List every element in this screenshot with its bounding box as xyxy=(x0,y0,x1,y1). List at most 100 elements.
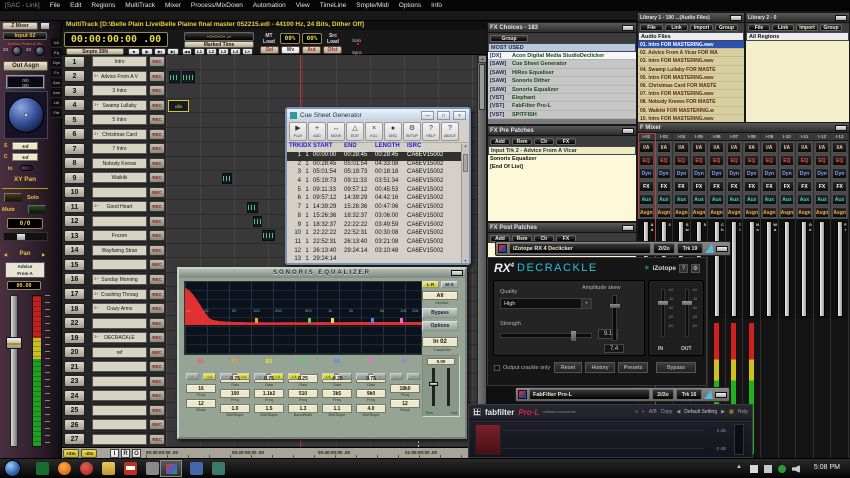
aux-button[interactable]: Aux xyxy=(709,194,724,205)
track-label-field[interactable] xyxy=(92,376,147,387)
track-label-field[interactable]: Wayfaring Stran xyxy=(92,245,147,256)
track-label-field[interactable] xyxy=(92,390,147,401)
track-number-button[interactable]: 13 xyxy=(64,230,85,242)
library-button[interactable]: Group xyxy=(715,24,738,31)
tray-volume-icon[interactable] xyxy=(792,465,800,473)
eq-button[interactable]: EQ xyxy=(780,155,795,166)
firefox-icon[interactable] xyxy=(58,462,71,475)
fader-well[interactable] xyxy=(814,219,831,319)
options-button[interactable]: Options xyxy=(422,321,458,331)
menu-item[interactable]: Regions xyxy=(91,2,115,9)
record-arm-button[interactable]: REC xyxy=(149,100,165,111)
input-assign-button[interactable]: I/A xyxy=(815,142,830,153)
monitor-select[interactable]: All xyxy=(422,291,458,300)
cue-sheet-row[interactable]: 12126:13:4029:24:1403:10:48CA6EV15002 xyxy=(287,248,469,257)
toolbar-button[interactable]: ? ABOUT xyxy=(441,122,459,141)
record-arm-button[interactable]: REC xyxy=(149,230,165,241)
toolbar-button[interactable]: ● DISC xyxy=(384,122,402,141)
library-item[interactable]: 07. Intro FOR MASTERING.wav xyxy=(638,90,744,98)
aux-button[interactable]: Aux xyxy=(744,194,759,205)
amplitude-skew-handle[interactable] xyxy=(610,304,620,308)
record-arm-button[interactable]: REC xyxy=(149,419,165,430)
c-value[interactable]: -Inf xyxy=(12,153,38,161)
cue-sheet-row[interactable]: 4105:19:7309:11:3303:51:34CA6EV15002 xyxy=(287,178,469,187)
group-button[interactable]: Group xyxy=(490,35,528,42)
toolbar-button[interactable]: △ EDIT xyxy=(346,122,364,141)
record-arm-button[interactable]: REC xyxy=(149,390,165,401)
library-button[interactable]: Import xyxy=(796,24,818,31)
library-item[interactable]: 01. Intro FOR MASTERING.wav xyxy=(638,41,744,49)
cue-sheet-row[interactable]: 1100:00:0000:28:4500:28:45CA6EV15002 xyxy=(287,152,469,161)
fx-button[interactable]: FX xyxy=(692,181,707,192)
strength-slider[interactable] xyxy=(500,333,592,338)
scroll-up-arrow[interactable]: ▲ xyxy=(478,55,486,63)
preset-name[interactable]: Default Setting xyxy=(684,409,717,415)
track-label-field[interactable]: 2+ Advice From A V xyxy=(92,71,147,82)
knob-24[interactable] xyxy=(35,46,45,56)
track-number-button[interactable]: 3 xyxy=(64,85,85,97)
track-label-field[interactable] xyxy=(92,318,147,329)
record-arm-button[interactable]: REC xyxy=(149,201,165,212)
band-freq-value[interactable]: 18k0 xyxy=(390,384,420,393)
channel-tab[interactable]: I-11 xyxy=(796,133,813,141)
record-arm-button[interactable]: REC xyxy=(149,56,165,67)
patch-item[interactable]: [End Of List] xyxy=(488,163,636,171)
track-number-button[interactable]: 27 xyxy=(64,433,85,445)
band-freq-value[interactable]: 16 xyxy=(186,384,216,393)
dynamics-button[interactable]: Dyn xyxy=(727,168,742,179)
track-number-button[interactable]: 2 xyxy=(64,70,85,82)
fx-button[interactable]: FX xyxy=(709,181,724,192)
record-arm-button[interactable]: REC xyxy=(149,158,165,169)
library-item[interactable]: 08. Nobody Knows FOR MASTE xyxy=(638,98,744,106)
scrollbar-thumb[interactable] xyxy=(463,154,468,172)
track-label-field[interactable]: 5 Intro xyxy=(92,114,147,125)
assign-button[interactable]: Asgn xyxy=(639,207,654,218)
sawstudio-taskbar-button-active[interactable] xyxy=(160,460,182,477)
menu-item[interactable]: Smpte/Midi xyxy=(356,2,389,9)
fx-choice-item[interactable]: [SAW] Sonoris Equalizer xyxy=(488,86,636,94)
fader-well[interactable] xyxy=(779,219,796,319)
toolbar-button[interactable]: ? HELP xyxy=(422,122,440,141)
menu-item[interactable]: Edit xyxy=(70,2,81,9)
track-number-button[interactable]: 15 xyxy=(64,259,85,271)
band-type-button[interactable]: · xyxy=(390,373,403,380)
transport-button[interactable]: ▶| xyxy=(154,48,166,55)
fx-button[interactable]: FX xyxy=(639,181,654,192)
band-type-button[interactable]: ~ xyxy=(186,373,199,380)
channel-tab[interactable]: I-12 xyxy=(814,133,831,141)
track-label-field[interactable] xyxy=(92,419,147,430)
record-arm-button[interactable]: REC xyxy=(149,129,165,140)
transport-button[interactable]: ▶ xyxy=(141,48,153,55)
band-slope-value[interactable]: 1.1 xyxy=(322,404,352,413)
eq-button[interactable]: EQ xyxy=(744,155,759,166)
channel-tab[interactable]: I-09 xyxy=(761,133,778,141)
input-assign-button[interactable]: I/A xyxy=(744,142,759,153)
minimize-button[interactable]: — xyxy=(421,111,434,120)
aux-button[interactable]: Aux xyxy=(674,194,689,205)
channel-tab[interactable]: I-05 xyxy=(691,133,708,141)
band-freq-value[interactable]: 100 xyxy=(220,389,250,398)
dynamics-button[interactable]: Dyn xyxy=(674,168,689,179)
channel-tab[interactable]: I-03 xyxy=(656,133,673,141)
aux-button[interactable]: Aux xyxy=(639,194,654,205)
limiter-graph[interactable]: 0 dB-2 dB xyxy=(471,422,750,457)
toolbar-button[interactable]: ⚙ SETUP xyxy=(403,122,421,141)
eq-button[interactable]: EQ xyxy=(657,155,672,166)
track-label-field[interactable] xyxy=(92,187,147,198)
fx-choice-item[interactable]: [VST] Elephant xyxy=(488,94,636,102)
locate-button[interactable]: L> xyxy=(242,48,253,55)
input-assign-button[interactable]: I/A xyxy=(639,142,654,153)
plugin-chrome-bar[interactable]: FabFilter Pro-L 2i/2o Trk 16 xyxy=(515,387,730,402)
record-arm-button[interactable]: REC xyxy=(149,318,165,329)
track-number-button[interactable]: 7 xyxy=(64,143,85,155)
record-arm-button[interactable]: REC xyxy=(149,376,165,387)
out-point-button[interactable]: O xyxy=(132,449,141,458)
band-freq-value[interactable]: 9k0 xyxy=(356,389,386,398)
start-button[interactable] xyxy=(4,460,21,477)
minimize-icon[interactable] xyxy=(835,15,847,21)
repeat-button[interactable]: R xyxy=(121,449,130,458)
band-freq-value[interactable]: 1.1k2 xyxy=(254,389,284,398)
knob-23[interactable] xyxy=(12,46,22,56)
record-arm-button[interactable]: REC xyxy=(149,216,165,227)
bypass-button[interactable]: Bypass xyxy=(656,362,696,373)
